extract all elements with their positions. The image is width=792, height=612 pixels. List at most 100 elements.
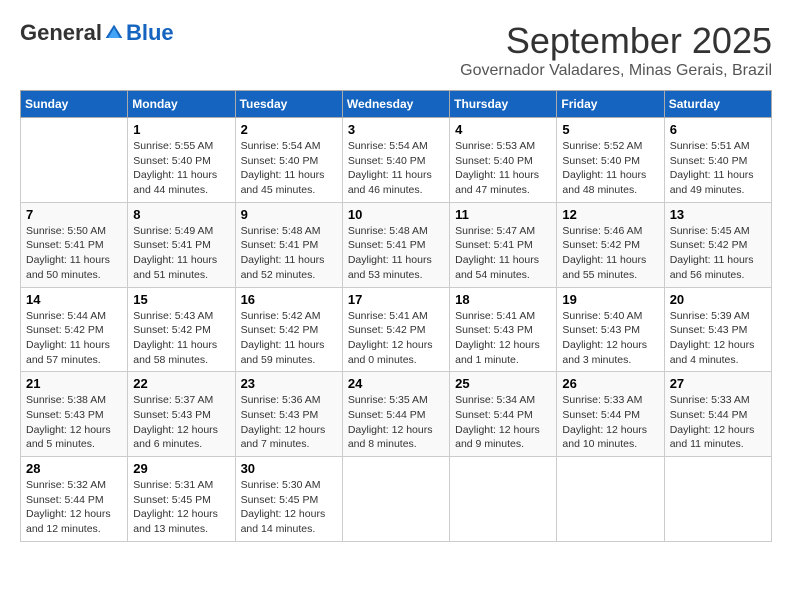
day-info: Sunrise: 5:33 AMSunset: 5:44 PMDaylight:… <box>670 393 766 452</box>
logo-blue: Blue <box>126 20 174 46</box>
day-info: Sunrise: 5:34 AMSunset: 5:44 PMDaylight:… <box>455 393 551 452</box>
day-info: Sunrise: 5:49 AMSunset: 5:41 PMDaylight:… <box>133 224 229 283</box>
month-title: September 2025 <box>460 20 772 62</box>
calendar-cell: 8 Sunrise: 5:49 AMSunset: 5:41 PMDaylight… <box>128 202 235 287</box>
day-info: Sunrise: 5:43 AMSunset: 5:42 PMDaylight:… <box>133 309 229 368</box>
calendar-cell: 24 Sunrise: 5:35 AMSunset: 5:44 PMDayligh… <box>342 372 449 457</box>
day-info: Sunrise: 5:31 AMSunset: 5:45 PMDaylight:… <box>133 478 229 537</box>
weekday-header: Tuesday <box>235 91 342 118</box>
day-number: 21 <box>26 376 122 391</box>
day-number: 30 <box>241 461 337 476</box>
calendar-cell: 17Sunrise: 5:41 AMSunset: 5:42 PMDayligh… <box>342 287 449 372</box>
calendar-cell: 21 Sunrise: 5:38 AMSunset: 5:43 PMDayligh… <box>21 372 128 457</box>
calendar-cell: 25 Sunrise: 5:34 AMSunset: 5:44 PMDayligh… <box>450 372 557 457</box>
weekday-header: Saturday <box>664 91 771 118</box>
day-info: Sunrise: 5:48 AMSunset: 5:41 PMDaylight:… <box>348 224 444 283</box>
day-number: 15 <box>133 292 229 307</box>
calendar-table: SundayMondayTuesdayWednesdayThursdayFrid… <box>20 90 772 542</box>
day-number: 10 <box>348 207 444 222</box>
day-number: 13 <box>670 207 766 222</box>
calendar-cell: 30 Sunrise: 5:30 AMSunset: 5:45 PMDayligh… <box>235 457 342 542</box>
day-info: Sunrise: 5:39 AMSunset: 5:43 PMDaylight:… <box>670 309 766 368</box>
day-info: Sunrise: 5:44 AMSunset: 5:42 PMDaylight:… <box>26 309 122 368</box>
weekday-header: Wednesday <box>342 91 449 118</box>
day-info: Sunrise: 5:51 AMSunset: 5:40 PMDaylight:… <box>670 139 766 198</box>
day-number: 9 <box>241 207 337 222</box>
day-info: Sunrise: 5:36 AMSunset: 5:43 PMDaylight:… <box>241 393 337 452</box>
calendar-cell: 28 Sunrise: 5:32 AMSunset: 5:44 PMDayligh… <box>21 457 128 542</box>
day-number: 23 <box>241 376 337 391</box>
calendar-cell: 23 Sunrise: 5:36 AMSunset: 5:43 PMDayligh… <box>235 372 342 457</box>
day-info: Sunrise: 5:54 AMSunset: 5:40 PMDaylight:… <box>241 139 337 198</box>
day-number: 29 <box>133 461 229 476</box>
day-info: Sunrise: 5:55 AMSunset: 5:40 PMDaylight:… <box>133 139 229 198</box>
logo: General Blue <box>20 20 174 46</box>
page-header: General Blue September 2025 Governador V… <box>20 20 772 80</box>
logo-icon <box>104 23 124 43</box>
day-number: 12 <box>562 207 658 222</box>
calendar-cell <box>450 457 557 542</box>
day-info: Sunrise: 5:45 AMSunset: 5:42 PMDaylight:… <box>670 224 766 283</box>
day-number: 24 <box>348 376 444 391</box>
calendar-cell: 1Sunrise: 5:55 AMSunset: 5:40 PMDaylight… <box>128 118 235 203</box>
day-info: Sunrise: 5:53 AMSunset: 5:40 PMDaylight:… <box>455 139 551 198</box>
weekday-header: Thursday <box>450 91 557 118</box>
day-number: 6 <box>670 122 766 137</box>
calendar-cell: 14 Sunrise: 5:44 AMSunset: 5:42 PMDayligh… <box>21 287 128 372</box>
day-number: 20 <box>670 292 766 307</box>
day-info: Sunrise: 5:52 AMSunset: 5:40 PMDaylight:… <box>562 139 658 198</box>
day-info: Sunrise: 5:40 AMSunset: 5:43 PMDaylight:… <box>562 309 658 368</box>
calendar-cell: 26Sunrise: 5:33 AMSunset: 5:44 PMDayligh… <box>557 372 664 457</box>
day-info: Sunrise: 5:46 AMSunset: 5:42 PMDaylight:… <box>562 224 658 283</box>
calendar-cell: 22Sunrise: 5:37 AMSunset: 5:43 PMDayligh… <box>128 372 235 457</box>
day-info: Sunrise: 5:35 AMSunset: 5:44 PMDaylight:… <box>348 393 444 452</box>
day-info: Sunrise: 5:30 AMSunset: 5:45 PMDaylight:… <box>241 478 337 537</box>
calendar-cell: 5 Sunrise: 5:52 AMSunset: 5:40 PMDaylight… <box>557 118 664 203</box>
day-number: 11 <box>455 207 551 222</box>
day-number: 19 <box>562 292 658 307</box>
day-info: Sunrise: 5:38 AMSunset: 5:43 PMDaylight:… <box>26 393 122 452</box>
day-number: 28 <box>26 461 122 476</box>
day-info: Sunrise: 5:32 AMSunset: 5:44 PMDaylight:… <box>26 478 122 537</box>
calendar-cell: 9 Sunrise: 5:48 AMSunset: 5:41 PMDaylight… <box>235 202 342 287</box>
day-number: 7 <box>26 207 122 222</box>
day-number: 14 <box>26 292 122 307</box>
logo-text: General Blue <box>20 20 174 46</box>
day-number: 27 <box>670 376 766 391</box>
day-number: 25 <box>455 376 551 391</box>
day-number: 8 <box>133 207 229 222</box>
calendar-cell: 15 Sunrise: 5:43 AMSunset: 5:42 PMDayligh… <box>128 287 235 372</box>
day-number: 5 <box>562 122 658 137</box>
calendar-cell: 3Sunrise: 5:54 AMSunset: 5:40 PMDaylight… <box>342 118 449 203</box>
day-info: Sunrise: 5:42 AMSunset: 5:42 PMDaylight:… <box>241 309 337 368</box>
weekday-header: Monday <box>128 91 235 118</box>
calendar-cell: 7 Sunrise: 5:50 AMSunset: 5:41 PMDaylight… <box>21 202 128 287</box>
calendar-cell: 18Sunrise: 5:41 AMSunset: 5:43 PMDayligh… <box>450 287 557 372</box>
day-number: 22 <box>133 376 229 391</box>
calendar-cell: 4 Sunrise: 5:53 AMSunset: 5:40 PMDaylight… <box>450 118 557 203</box>
calendar-cell <box>664 457 771 542</box>
calendar-cell: 6 Sunrise: 5:51 AMSunset: 5:40 PMDaylight… <box>664 118 771 203</box>
day-number: 4 <box>455 122 551 137</box>
day-number: 2 <box>241 122 337 137</box>
calendar-cell: 19 Sunrise: 5:40 AMSunset: 5:43 PMDayligh… <box>557 287 664 372</box>
calendar-week-row: 28 Sunrise: 5:32 AMSunset: 5:44 PMDayligh… <box>21 457 772 542</box>
day-number: 18 <box>455 292 551 307</box>
calendar-week-row: 1Sunrise: 5:55 AMSunset: 5:40 PMDaylight… <box>21 118 772 203</box>
calendar-cell: 29 Sunrise: 5:31 AMSunset: 5:45 PMDayligh… <box>128 457 235 542</box>
day-info: Sunrise: 5:50 AMSunset: 5:41 PMDaylight:… <box>26 224 122 283</box>
day-number: 17 <box>348 292 444 307</box>
location-title: Governador Valadares, Minas Gerais, Braz… <box>460 62 772 80</box>
calendar-cell: 13 Sunrise: 5:45 AMSunset: 5:42 PMDayligh… <box>664 202 771 287</box>
weekday-header: Friday <box>557 91 664 118</box>
calendar-week-row: 14 Sunrise: 5:44 AMSunset: 5:42 PMDayligh… <box>21 287 772 372</box>
calendar-cell: 27 Sunrise: 5:33 AMSunset: 5:44 PMDayligh… <box>664 372 771 457</box>
day-info: Sunrise: 5:47 AMSunset: 5:41 PMDaylight:… <box>455 224 551 283</box>
calendar-week-row: 21 Sunrise: 5:38 AMSunset: 5:43 PMDayligh… <box>21 372 772 457</box>
calendar-cell: 16Sunrise: 5:42 AMSunset: 5:42 PMDayligh… <box>235 287 342 372</box>
day-info: Sunrise: 5:48 AMSunset: 5:41 PMDaylight:… <box>241 224 337 283</box>
calendar-cell: 20 Sunrise: 5:39 AMSunset: 5:43 PMDayligh… <box>664 287 771 372</box>
weekday-header: Sunday <box>21 91 128 118</box>
calendar-cell: 11 Sunrise: 5:47 AMSunset: 5:41 PMDayligh… <box>450 202 557 287</box>
calendar-cell: 10 Sunrise: 5:48 AMSunset: 5:41 PMDayligh… <box>342 202 449 287</box>
